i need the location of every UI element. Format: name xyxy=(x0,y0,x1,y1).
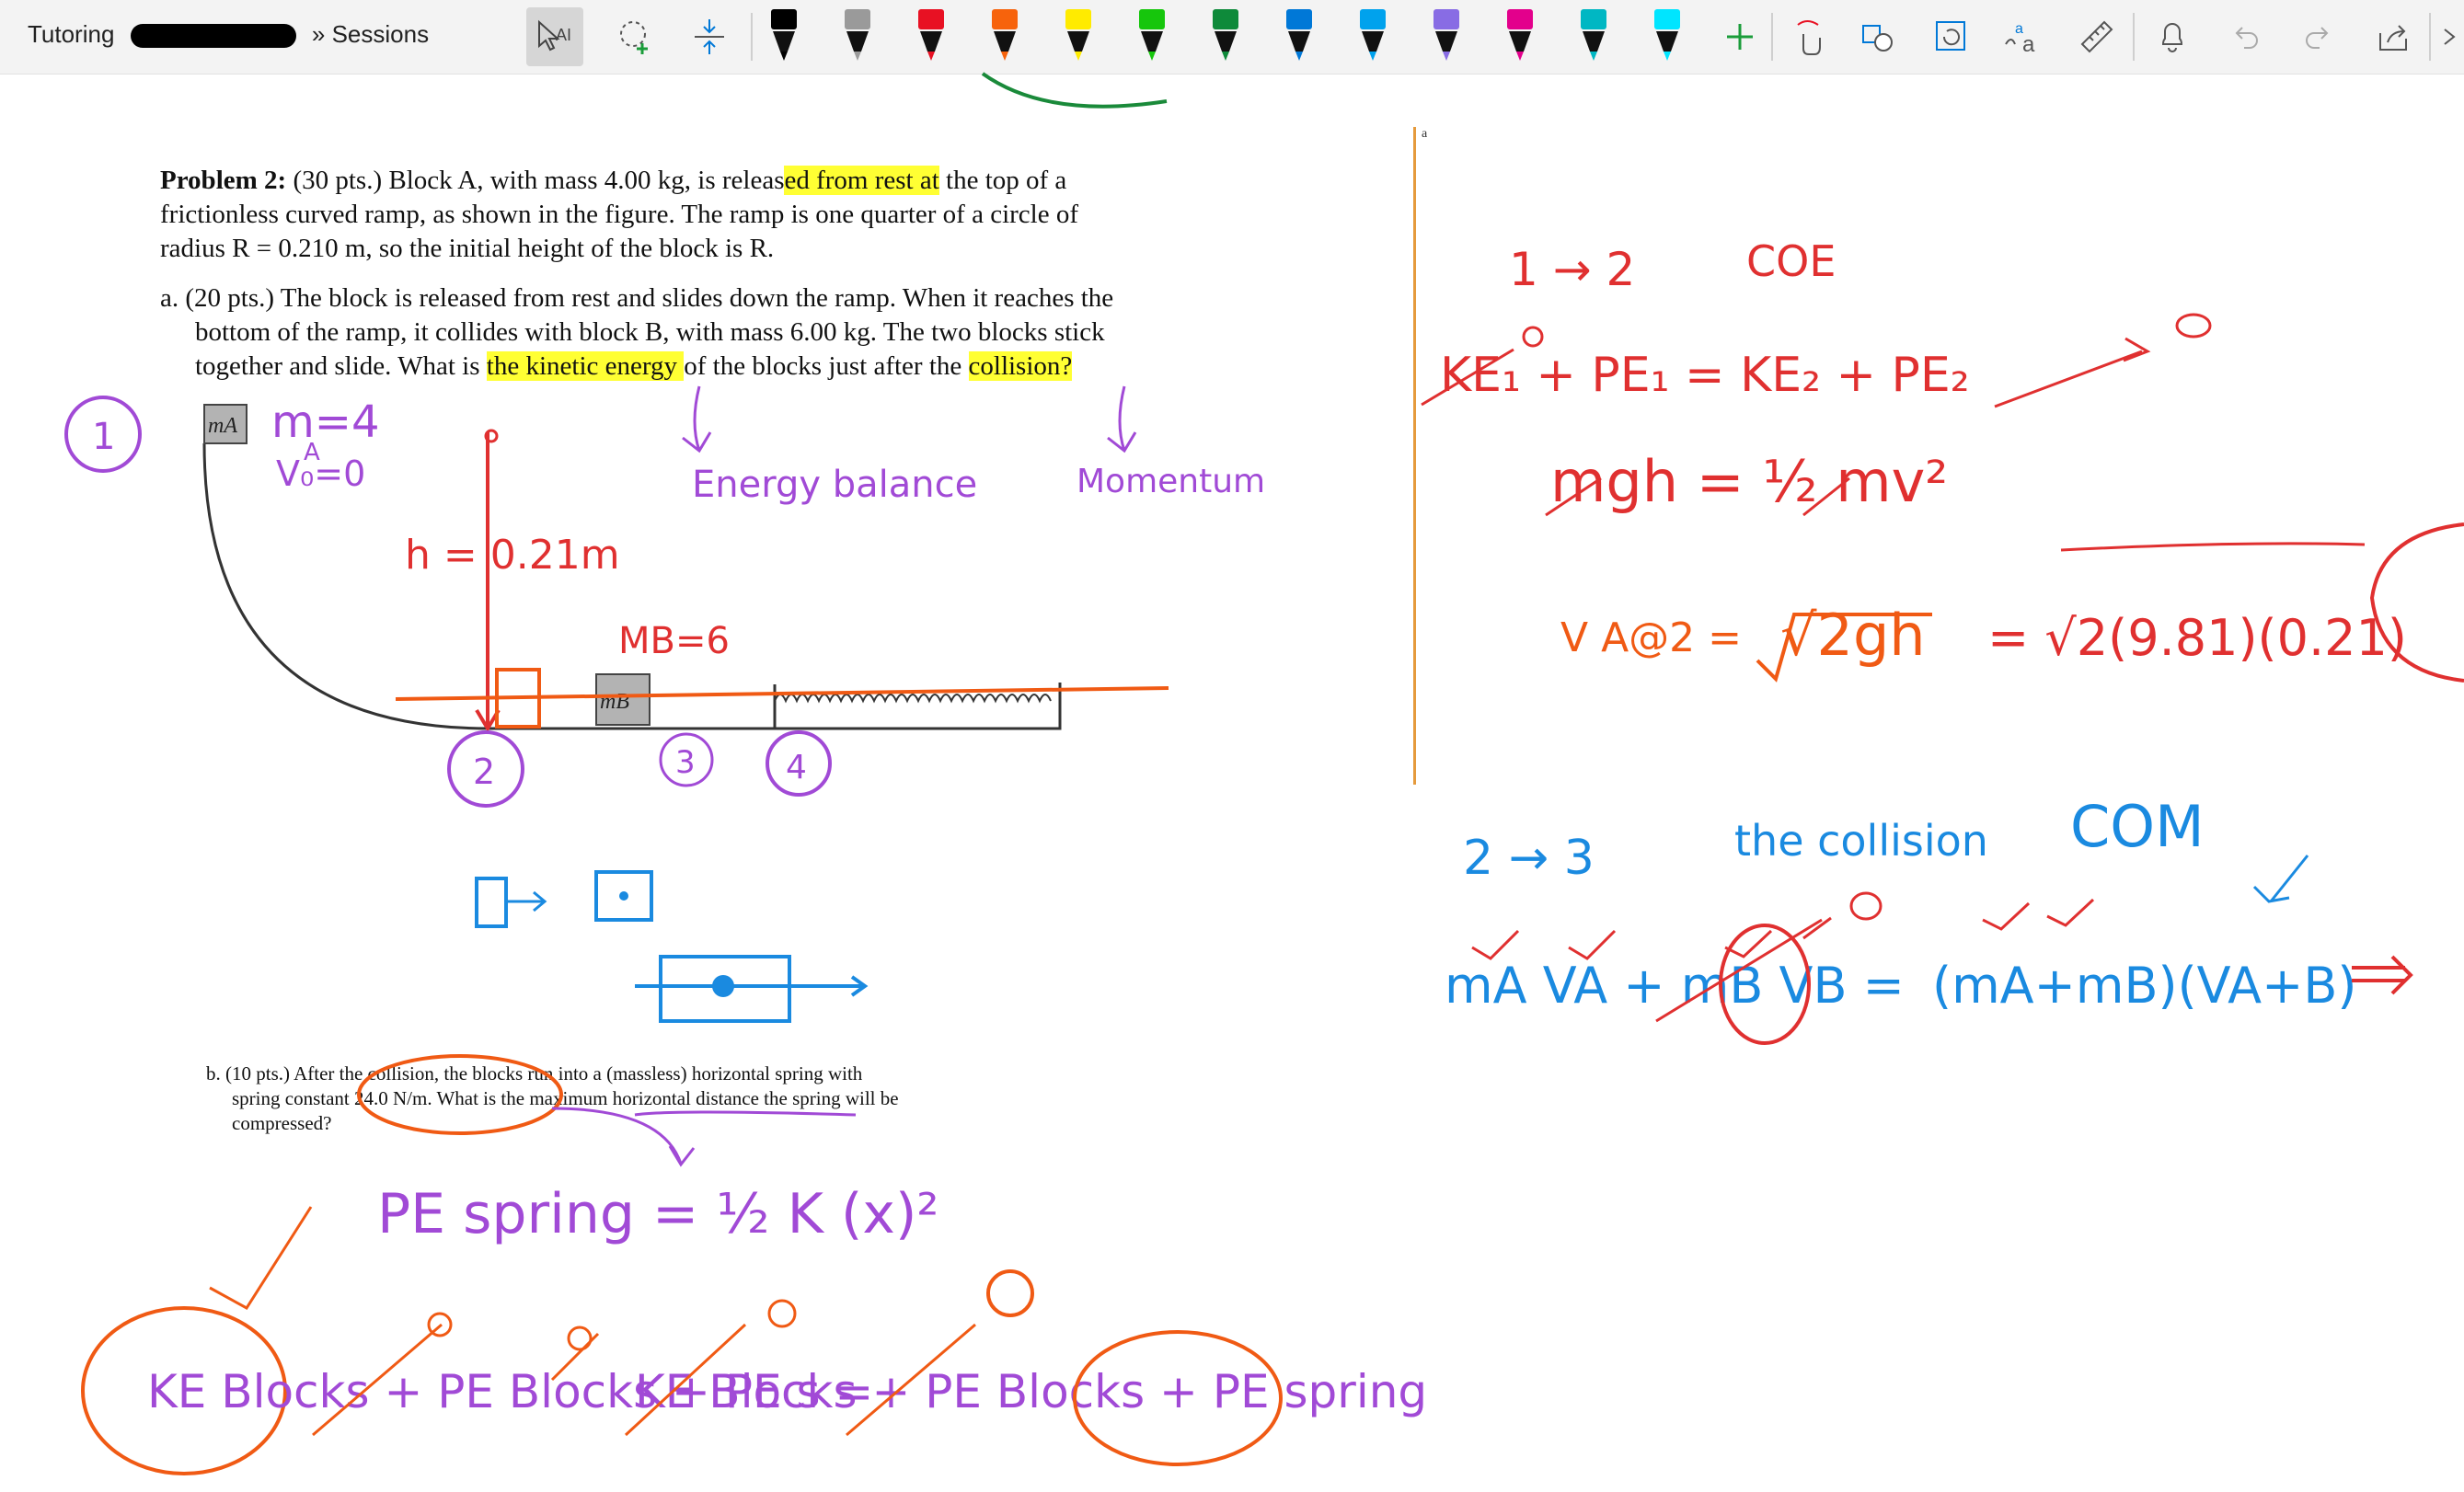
block-a-label: mA xyxy=(208,414,237,438)
svg-text:the collision: the collision xyxy=(1734,816,1988,866)
svg-text:COE: COE xyxy=(1746,236,1836,286)
svg-text:1 → 2: 1 → 2 xyxy=(1509,243,1635,296)
svg-text:√2gh: √2gh xyxy=(1780,602,1926,669)
svg-text:(mA+mB)(VA+B): (mA+mB)(VA+B) xyxy=(1932,957,2356,1015)
svg-text:KE Blocks + PE Blocks + PE spr: KE Blocks + PE Blocks + PE spring xyxy=(635,1365,1427,1418)
right-ink-annotations: 1 → 2 COE KE₁ + PE₁ = KE₂ + PE₂ mgh = ½ … xyxy=(1421,236,2464,1045)
svg-text:V A@2 =: V A@2 = xyxy=(1560,614,1742,661)
svg-text:PE spring = ½ K (x)²: PE spring = ½ K (x)² xyxy=(377,1182,938,1246)
block-b-label: mB xyxy=(600,690,629,714)
left-ink-annotations: 1 m=4 A V₀=0 h = 0.21m MB=6 2 3 4 Energy… xyxy=(64,385,1427,1475)
svg-text:m=4: m=4 xyxy=(271,396,380,448)
ink-canvas[interactable]: mA mB 1 m=4 A V₀=0 h = 0.21m MB=6 2 3 4 … xyxy=(0,0,2464,1492)
svg-text:Energy balance: Energy balance xyxy=(692,464,977,506)
spring xyxy=(774,694,1052,704)
svg-text:Momentum: Momentum xyxy=(1077,463,1265,500)
svg-text:1: 1 xyxy=(92,416,115,458)
svg-text:MB=6: MB=6 xyxy=(618,620,730,662)
svg-text:h = 0.21m: h = 0.21m xyxy=(405,532,620,579)
svg-text:mA VA + mB VB =: mA VA + mB VB = xyxy=(1445,957,1905,1015)
svg-text:= √2(9.81)(0.21): = √2(9.81)(0.21) xyxy=(1987,609,2407,667)
svg-text:4: 4 xyxy=(786,749,807,786)
svg-text:3: 3 xyxy=(675,744,696,781)
svg-text:2: 2 xyxy=(473,752,495,792)
svg-text:KE₁ + PE₁ = KE₂ + PE₂: KE₁ + PE₁ = KE₂ + PE₂ xyxy=(1440,348,1970,403)
svg-text:COM: COM xyxy=(2070,793,2205,860)
svg-text:2 → 3: 2 → 3 xyxy=(1463,831,1595,886)
svg-text:V₀=0: V₀=0 xyxy=(276,453,365,494)
svg-text:mgh = ½ mv²: mgh = ½ mv² xyxy=(1550,448,1948,515)
